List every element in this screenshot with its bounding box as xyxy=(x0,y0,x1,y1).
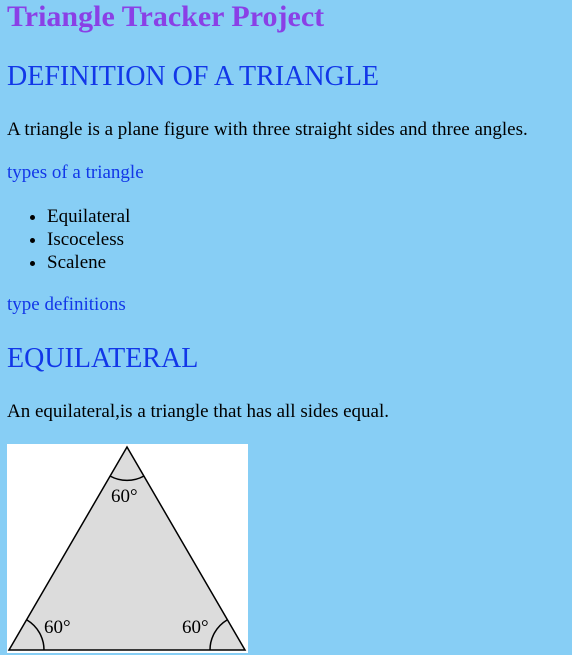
triangle-diagram: 60° 60° 60° xyxy=(7,445,247,651)
types-list: Equilateral Iscoceless Scalene xyxy=(7,205,130,274)
page: Triangle Tracker Project DEFINITION OF A… xyxy=(0,0,572,655)
list-item: Equilateral xyxy=(47,205,130,228)
equilateral-triangle-image: 60° 60° 60° xyxy=(7,444,248,653)
list-item: Iscoceless xyxy=(47,228,130,251)
equilateral-text: An equilateral,is a triangle that has al… xyxy=(7,401,389,422)
equilateral-heading: EQUILATERAL xyxy=(7,343,199,374)
types-label: types of a triangle xyxy=(7,162,144,183)
page-title: Triangle Tracker Project xyxy=(7,0,325,33)
angle-label-left: 60° xyxy=(44,617,71,638)
definition-text: A triangle is a plane figure with three … xyxy=(7,119,528,140)
list-item: Scalene xyxy=(47,251,130,274)
definition-heading: DEFINITION OF A TRIANGLE xyxy=(7,61,380,92)
type-definitions-label: type definitions xyxy=(7,294,126,315)
angle-label-right: 60° xyxy=(182,617,209,638)
angle-label-top: 60° xyxy=(111,486,138,507)
